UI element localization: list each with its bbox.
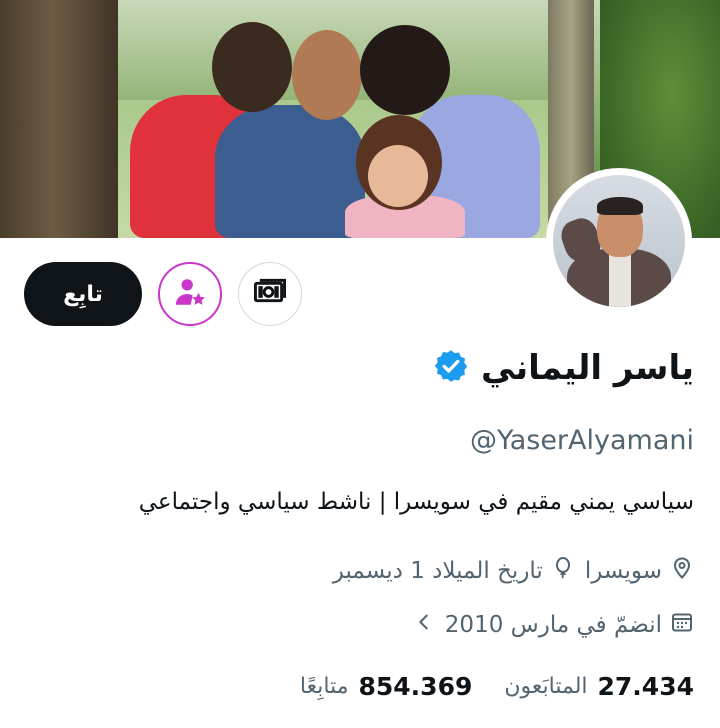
followers-label: المتابَعون [504,674,588,699]
location-item: سويسرا [585,556,694,586]
person-star-icon [173,275,207,313]
avatar-shirt [609,251,631,307]
birthday-item: تاريخ الميلاد 1 ديسمبر [333,556,575,586]
balloon-icon [551,556,575,586]
subscribe-button[interactable] [158,262,222,326]
following-count: 854.369 [358,672,473,701]
birthday-text: تاريخ الميلاد 1 ديسمبر [332,558,543,584]
profile-meta-row: سويسرا تاريخ الميلاد 1 ديسمبر [333,556,694,586]
profile-stats: 27.434 المتابَعون 854.369 متابِعًا [300,672,694,701]
verified-badge-icon[interactable] [433,348,469,388]
profile-name: ياسر اليماني [481,348,694,388]
calendar-icon [670,610,694,640]
banner-person [215,105,365,238]
followers-count: 27.434 [597,672,694,701]
chevron-left-icon[interactable] [413,611,435,639]
profile-handle: @YaserAlyamani [469,425,694,456]
following-stat[interactable]: 854.369 متابِعًا [300,672,472,701]
avatar[interactable] [553,175,685,307]
followers-stat[interactable]: 27.434 المتابَعون [504,672,694,701]
banner-head [360,25,450,115]
banner-head [292,30,362,120]
follow-button-label: تابِع [63,281,103,307]
banner-tree-trunk [0,0,118,238]
profile-name-row: ياسر اليماني [433,348,694,388]
location-pin-icon [670,556,694,586]
banner-head [212,22,292,112]
following-label: متابِعًا [299,674,349,699]
follow-button[interactable]: تابِع [24,262,142,326]
money-icon [252,276,288,312]
tip-button[interactable] [238,262,302,326]
banner-face [368,145,428,207]
joined-item: انضمّ في مارس 2010 [445,610,694,640]
profile-bio: سياسي يمني مقيم في سويسرا | ناشط سياسي و… [138,489,694,515]
profile-joined-row[interactable]: انضمّ في مارس 2010 [413,610,694,640]
location-text: سويسرا [584,558,662,584]
joined-text: انضمّ في مارس 2010 [444,612,662,638]
avatar-hair [597,197,643,215]
